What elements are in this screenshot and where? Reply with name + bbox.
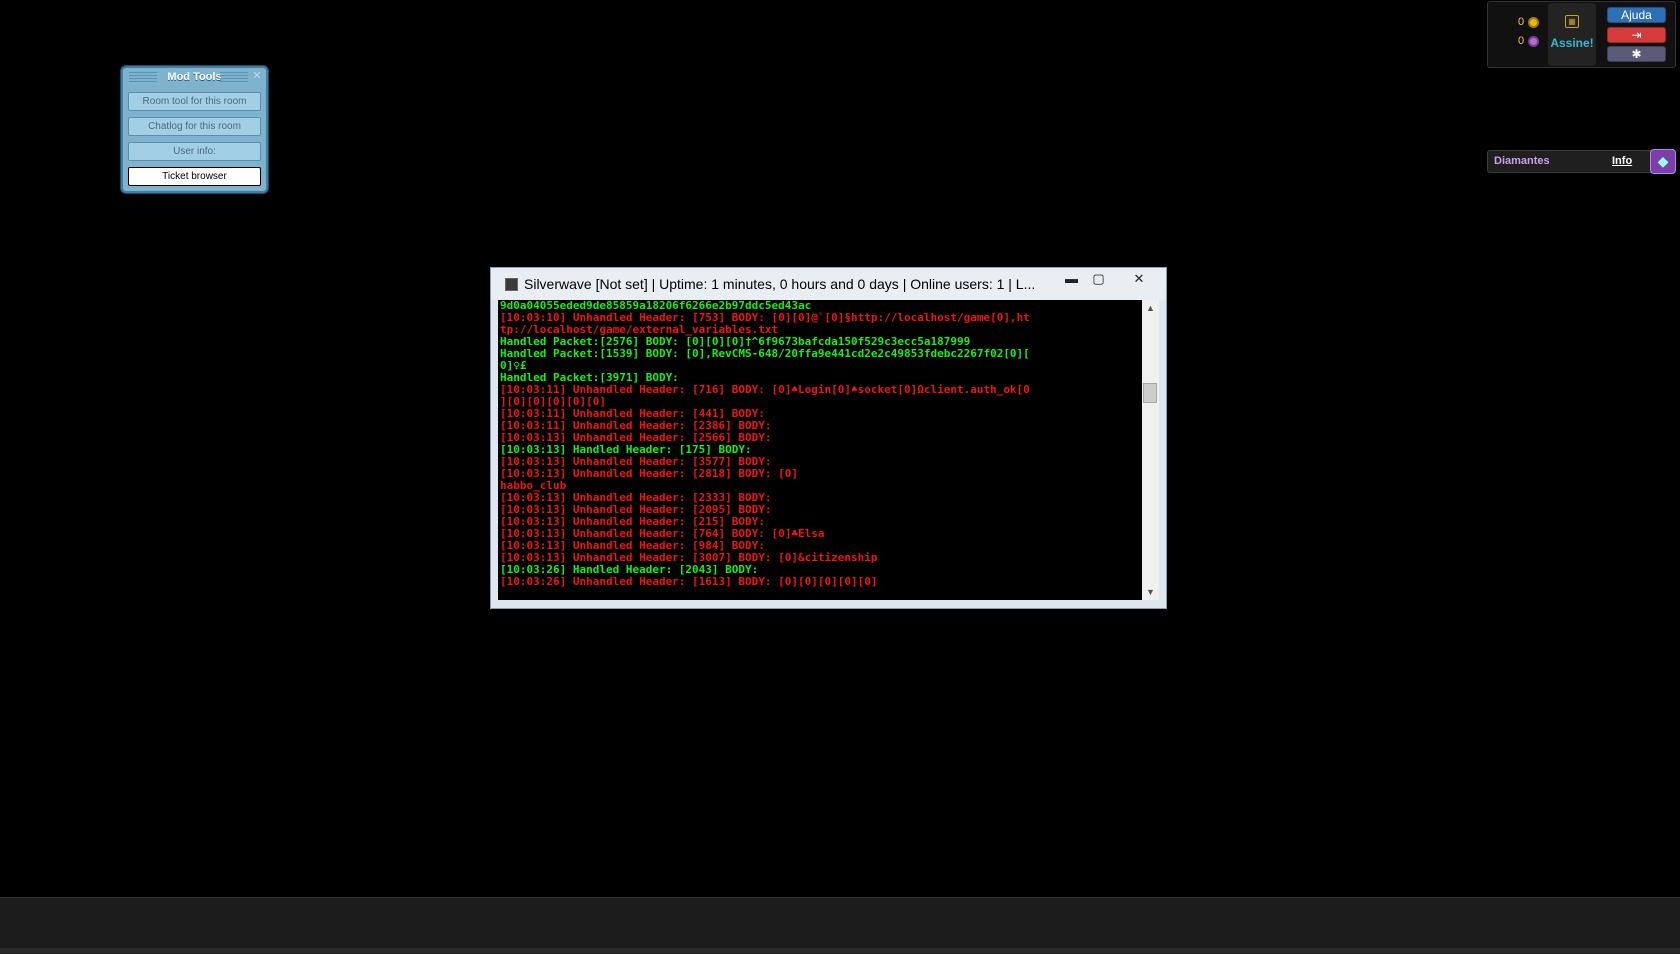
- close-button[interactable]: ✕: [1119, 269, 1159, 289]
- duckets-value: 0: [1518, 35, 1525, 47]
- console-line: [10:03:26] Unhandled Header: [1613] BODY…: [500, 575, 878, 588]
- close-icon[interactable]: ✕: [251, 70, 263, 82]
- scroll-thumb[interactable]: [1143, 383, 1157, 403]
- window-titlebar[interactable]: Silverwave [Not set] | Uptime: 1 minutes…: [491, 268, 1166, 300]
- diamonds-bar: Diamantes Info ◆: [1487, 149, 1676, 174]
- drag-grip-left[interactable]: [129, 72, 157, 82]
- subscribe-button[interactable]: ▦ Assine!: [1548, 3, 1596, 66]
- user-info-button[interactable]: User info:: [128, 142, 261, 161]
- scroll-up-arrow[interactable]: ▲: [1142, 300, 1159, 316]
- duckets-icon: [1528, 35, 1540, 47]
- console-output[interactable]: 9d0a04055eded9de85859a18206f6266e2b97ddc…: [498, 300, 1142, 600]
- mod-tools-header[interactable]: Mod Tools ✕: [123, 68, 266, 86]
- console-window: Silverwave [Not set] | Uptime: 1 minutes…: [490, 267, 1167, 609]
- mod-tools-title: Mod Tools: [167, 71, 222, 83]
- console-line: [10:03:13] Unhandled Header: [2818] BODY…: [500, 467, 799, 480]
- bottom-toolbar: [0, 897, 1680, 954]
- credits-counter[interactable]: 0: [1518, 16, 1540, 28]
- diamond-icon[interactable]: ◆: [1650, 149, 1676, 174]
- window-title: Silverwave [Not set] | Uptime: 1 minutes…: [524, 276, 1036, 292]
- bottom-tab-strip: [0, 948, 1680, 953]
- help-button[interactable]: Ajuda: [1607, 7, 1666, 23]
- hc-club-icon: ▦: [1565, 15, 1579, 28]
- diamonds-label: Diamantes: [1494, 155, 1550, 167]
- logout-icon: ⇥: [1631, 28, 1642, 42]
- mod-tools-panel: Mod Tools ✕ Room tool for this room Chat…: [121, 66, 268, 193]
- diamonds-info-link[interactable]: Info: [1612, 155, 1632, 167]
- settings-button[interactable]: ✱: [1607, 46, 1666, 62]
- currency-hud: 0 0 ▦ Assine! Ajuda ⇥ ✱: [1487, 1, 1676, 68]
- room-tool-button[interactable]: Room tool for this room: [128, 92, 261, 111]
- gear-icon: ✱: [1631, 47, 1642, 61]
- minimize-button[interactable]: ▬: [1058, 269, 1085, 289]
- vertical-scrollbar[interactable]: ▲ ▼: [1142, 300, 1159, 600]
- maximize-button[interactable]: ▢: [1085, 269, 1112, 289]
- subscribe-label: Assine!: [1550, 36, 1594, 50]
- scroll-down-arrow[interactable]: ▼: [1142, 584, 1159, 600]
- drag-grip-right[interactable]: [220, 72, 248, 82]
- console-line: Handled Packet:[1539] BODY: [0],RevCMS-6…: [500, 347, 1030, 360]
- logout-button[interactable]: ⇥: [1607, 27, 1666, 43]
- ticket-browser-button[interactable]: Ticket browser: [128, 167, 261, 186]
- console-app-icon: [505, 278, 518, 291]
- credits-coin-icon: [1528, 16, 1540, 28]
- duckets-counter[interactable]: 0: [1518, 35, 1540, 47]
- credits-value: 0: [1518, 16, 1525, 28]
- chatlog-button[interactable]: Chatlog for this room: [128, 117, 261, 136]
